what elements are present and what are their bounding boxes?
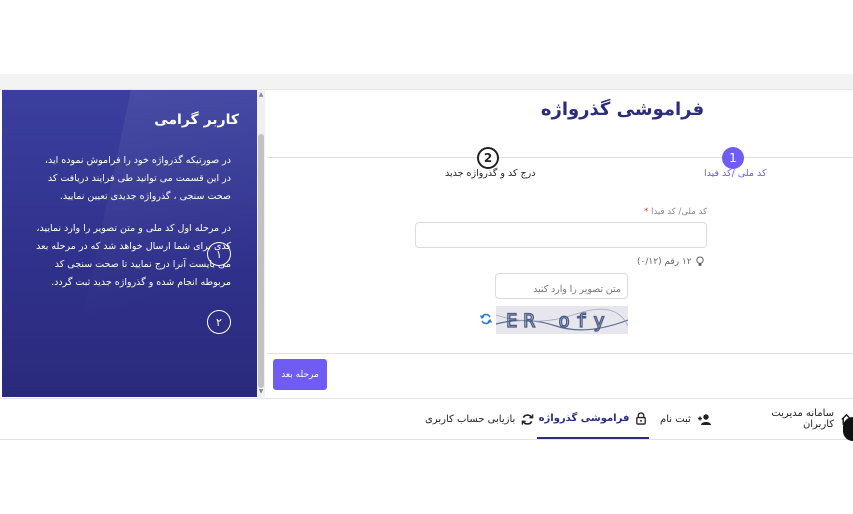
tab-forgot-password-label: فراموشی گذرواژه [538,412,630,424]
form-divider [267,353,853,354]
info-title: کاربر گرامی [154,112,239,128]
info-number-1: ۱ [207,242,231,266]
bottom-tabs: سامانه مدیریت کاربران ثبت نام فراموشی گذ… [0,398,853,440]
sync-icon [521,413,534,425]
page-top-strip [0,74,853,90]
tab-register-label: ثبت نام [660,413,691,425]
form-panel: فراموشی گذرواژه 1 کد ملی /کد فیدا 2 درج … [267,90,853,397]
info-panel: کاربر گرامی ۱ در صورتیکه گذرواژه خود را … [2,90,257,397]
scroll-thumb[interactable] [258,134,264,388]
step-1-circle: 1 [722,147,744,169]
floating-widget[interactable] [843,417,853,441]
national-code-label-text: کد ملی/ کد فیدا [651,207,707,217]
captcha-text: ER ofy [506,310,611,332]
tab-account-recovery-label: بازیابی حساب کاربری [425,413,516,425]
step-2-circle: 2 [477,147,499,169]
scroll-down-icon[interactable]: ▼ [258,388,264,396]
scroll-up-icon[interactable]: ▲ [258,91,264,99]
info-scrollbar[interactable]: ▲ ▼ [257,90,265,397]
national-code-hint: ۱۲ رقم (۰/۱۲) [637,256,705,267]
hint-text: ۱۲ رقم (۰/۱۲) [637,256,692,267]
next-step-button[interactable]: مرحله بعد [273,359,327,390]
add-user-icon [697,413,711,425]
step-1-label: کد ملی /کد فیدا [704,168,767,179]
captcha-input[interactable] [495,273,628,299]
tab-forgot-password[interactable]: فراموشی گذرواژه [537,399,649,439]
national-code-label: کد ملی/ کد فیدا * [557,207,707,217]
refresh-icon[interactable] [479,312,493,326]
captcha-graphic: ER ofy [496,306,628,334]
lock-icon [636,411,647,425]
info-number-2: ۲ [207,310,231,334]
tab-register[interactable]: ثبت نام [660,399,713,439]
tab-account-recovery[interactable]: بازیابی حساب کاربری [425,399,534,439]
info-text-1: در صورتیکه گذرواژه خود را فراموش نموده ا… [44,155,231,202]
info-text-2: در مرحله اول کد ملی و متن تصویر را وارد … [36,223,231,288]
required-mark: * [644,207,649,217]
captcha-image: ER ofy [496,306,628,334]
stepper-line [267,157,853,158]
national-code-input[interactable] [415,222,707,248]
tab-user-management[interactable]: سامانه مدیریت کاربران [740,399,853,439]
step-2-label: درج کد و گذرواژه جدید [445,168,536,179]
tab-user-management-label: سامانه مدیریت کاربران [771,408,834,430]
form-title: فراموشی گذرواژه [540,99,705,120]
lightbulb-icon [695,256,704,266]
